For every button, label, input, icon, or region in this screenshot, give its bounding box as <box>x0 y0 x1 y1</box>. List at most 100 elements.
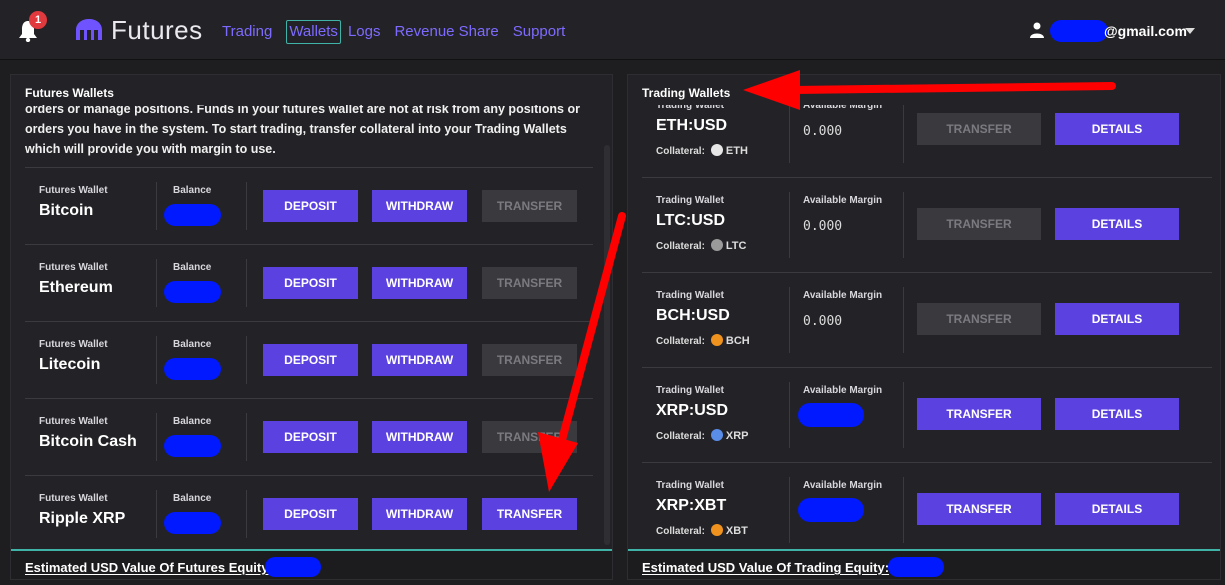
wallet-label: Trading Wallet <box>656 480 724 491</box>
collateral-coin: LTC <box>725 240 747 252</box>
nav-logs[interactable]: Logs <box>348 20 388 44</box>
futures-wallet-row: Futures Wallet Bitcoin Balance DEPOSIT WITHD… <box>25 167 593 244</box>
details-button[interactable]: DETAILS <box>1055 208 1179 240</box>
transfer-button[interactable]: TRANSFER <box>917 208 1041 240</box>
deposit-button[interactable]: DEPOSIT <box>263 344 358 376</box>
wallet-label: Trading Wallet <box>656 105 724 111</box>
trading-wallet-list: Trading Wallet ETH:USD Collateral: ETH Avail… <box>628 105 1220 549</box>
trading-pair: XRP:XBT <box>656 497 727 514</box>
trading-wallet-row: Trading Wallet XRP:USD Collateral: XRP Avail… <box>642 367 1212 462</box>
collateral-label: Collateral: <box>656 336 705 347</box>
trading-wallet-row: Trading Wallet LTC:USD Collateral: LTC Avail… <box>642 177 1212 272</box>
transfer-button[interactable]: TRANSFER <box>482 344 577 376</box>
scrollbar[interactable] <box>604 145 610 545</box>
deposit-button[interactable]: DEPOSIT <box>263 421 358 453</box>
email-redaction <box>1050 20 1108 42</box>
panel-footer: Estimated USD Value Of Trading Equity: <box>628 549 1220 579</box>
deposit-button[interactable]: DEPOSIT <box>263 498 358 530</box>
margin-value: 0.000 <box>803 314 843 329</box>
trading-equity-redaction <box>888 557 944 577</box>
transfer-button[interactable]: TRANSFER <box>917 398 1041 430</box>
margin-value: 0.000 <box>803 124 843 139</box>
transfer-button[interactable]: TRANSFER <box>917 303 1041 335</box>
collateral-coin: XRP <box>725 430 749 442</box>
nav-trading[interactable]: Trading <box>222 20 279 44</box>
chevron-down-icon[interactable] <box>1185 28 1195 34</box>
wallet-label: Futures Wallet <box>39 493 108 504</box>
futures-wallet-list: orders or manage positions. Funds in you… <box>11 105 612 549</box>
wallet-label: Trading Wallet <box>656 195 724 206</box>
divider <box>903 382 904 448</box>
trading-wallet-row: Trading Wallet ETH:USD Collateral: ETH Avail… <box>642 105 1212 177</box>
collateral-coin: XBT <box>725 525 748 537</box>
trading-pair: XRP:USD <box>656 402 729 419</box>
margin-value: 0.000 <box>803 219 843 234</box>
divider <box>156 259 157 307</box>
main-nav: Trading Wallets Logs Revenue Share Suppo… <box>222 20 579 44</box>
divider <box>156 413 157 461</box>
nav-revenue-share[interactable]: Revenue Share <box>394 20 505 44</box>
details-button[interactable]: DETAILS <box>1055 303 1179 335</box>
coin-icon <box>710 524 723 536</box>
margin-redaction <box>798 498 864 522</box>
divider <box>156 336 157 384</box>
panel-footer: Estimated USD Value Of Futures Equity: <box>11 549 612 579</box>
divider <box>246 413 247 461</box>
divider <box>789 192 790 258</box>
withdraw-button[interactable]: WITHDRAW <box>372 498 467 530</box>
withdraw-button[interactable]: WITHDRAW <box>372 344 467 376</box>
futures-equity-redaction <box>265 557 321 577</box>
balance-label: Balance <box>173 185 212 196</box>
collateral-coin: ETH <box>725 145 748 157</box>
transfer-button[interactable]: TRANSFER <box>482 190 577 222</box>
trading-wallets-panel: Trading Wallets Trading Wallet ETH:USD Col… <box>627 74 1221 580</box>
deposit-button[interactable]: DEPOSIT <box>263 267 358 299</box>
transfer-button[interactable]: TRANSFER <box>917 113 1041 145</box>
deposit-button[interactable]: DEPOSIT <box>263 190 358 222</box>
account-email[interactable]: @gmail.com <box>1104 23 1187 39</box>
nav-support[interactable]: Support <box>513 20 573 44</box>
coin-icon <box>710 144 723 156</box>
divider <box>156 490 157 538</box>
withdraw-button[interactable]: WITHDRAW <box>372 421 467 453</box>
collateral-label: Collateral: <box>656 241 705 252</box>
wallet-label: Trading Wallet <box>656 290 724 301</box>
trading-pair: ETH:USD <box>656 117 728 134</box>
collateral-info: Collateral: ETH <box>656 144 748 157</box>
balance-redaction <box>164 204 221 226</box>
margin-redaction <box>798 403 864 427</box>
margin-label: Available Margin <box>803 385 883 396</box>
futures-wallet-row: Futures Wallet Litecoin Balance DEPOSIT WITH… <box>25 321 593 398</box>
futures-equity-label: Estimated USD Value Of Futures Equity: <box>25 560 273 575</box>
withdraw-button[interactable]: WITHDRAW <box>372 190 467 222</box>
panel-title: Futures Wallets <box>11 75 612 105</box>
transfer-button[interactable]: TRANSFER <box>482 498 577 530</box>
divider <box>903 105 904 163</box>
collateral-info: Collateral: BCH <box>656 334 750 347</box>
futures-wallet-row: Futures Wallet Bitcoin Cash Balance DEPOSIT… <box>25 398 593 475</box>
wallet-name: Ethereum <box>39 279 113 296</box>
balance-label: Balance <box>173 339 212 350</box>
details-button[interactable]: DETAILS <box>1055 398 1179 430</box>
divider <box>246 182 247 230</box>
transfer-button[interactable]: TRANSFER <box>482 267 577 299</box>
description-text: orders or manage positions. Funds in you… <box>25 105 580 156</box>
transfer-button[interactable]: TRANSFER <box>482 421 577 453</box>
collateral-info: Collateral: LTC <box>656 239 746 252</box>
divider <box>903 287 904 353</box>
wallet-label: Futures Wallet <box>39 185 108 196</box>
coin-icon <box>710 334 723 346</box>
divider <box>789 287 790 353</box>
divider <box>903 477 904 543</box>
user-icon[interactable] <box>1030 22 1044 38</box>
nav-wallets[interactable]: Wallets <box>286 20 341 44</box>
trading-wallet-row: Trading Wallet XRP:XBT Collateral: XBT Avail… <box>642 462 1212 549</box>
collateral-info: Collateral: XRP <box>656 429 749 442</box>
wallet-name: Bitcoin Cash <box>39 433 137 450</box>
panel-title: Trading Wallets <box>628 75 1220 105</box>
transfer-button[interactable]: TRANSFER <box>917 493 1041 525</box>
withdraw-button[interactable]: WITHDRAW <box>372 267 467 299</box>
divider <box>789 105 790 163</box>
details-button[interactable]: DETAILS <box>1055 113 1179 145</box>
details-button[interactable]: DETAILS <box>1055 493 1179 525</box>
